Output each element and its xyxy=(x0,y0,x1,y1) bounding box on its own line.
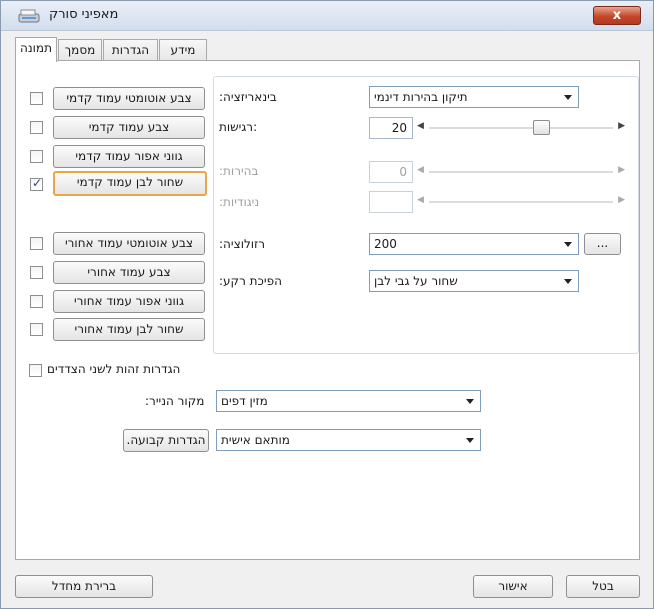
preset-select[interactable]: מותאם אישית xyxy=(216,429,481,451)
same-both-sides-checkbox[interactable] xyxy=(29,364,42,377)
contrast-value[interactable] xyxy=(369,191,413,213)
chevron-down-icon xyxy=(564,279,572,284)
checkbox-bw-back[interactable] xyxy=(30,323,43,336)
paper-source-select[interactable]: מזין דפים xyxy=(216,390,481,412)
cancel-button[interactable]: בטל xyxy=(566,575,640,598)
defaults-button[interactable]: ברירת מחדל xyxy=(15,575,153,598)
contrast-label: :ניגודיות xyxy=(219,195,260,209)
tab-info[interactable]: מידע xyxy=(159,39,207,61)
same-both-sides-label: הגדרות זהות לשני הצדדים xyxy=(47,362,181,376)
resolution-select[interactable]: 200 xyxy=(369,233,579,255)
close-icon: x xyxy=(612,8,622,23)
slider-left-arrow-icon[interactable]: ◀ xyxy=(417,165,424,175)
checkbox-gray-back[interactable] xyxy=(30,295,43,308)
slider-left-arrow-icon[interactable]: ◀ xyxy=(417,195,424,205)
contrast-slider[interactable]: ◀ ▶ xyxy=(415,191,627,213)
close-button[interactable]: x xyxy=(593,6,641,25)
paper-source-label: :מקור הנייר xyxy=(145,394,205,408)
invert-background-select[interactable]: שחור על גבי לבן xyxy=(369,270,579,292)
scanner-properties-window: מאפיני סורק x תמונה מסמך הגדרות מידע צבע… xyxy=(0,0,654,609)
checkmark-icon: ✓ xyxy=(32,176,43,190)
slider-thumb[interactable] xyxy=(533,120,550,135)
resolution-more-button[interactable]: ... xyxy=(584,233,621,255)
option-color-back-button[interactable]: צבע עמוד אחורי xyxy=(53,261,205,284)
sensitivity-slider[interactable]: ◀ ▶ xyxy=(415,117,627,139)
option-color-front-button[interactable]: צבע עמוד קדמי xyxy=(53,116,205,139)
checkbox-gray-front[interactable] xyxy=(30,150,43,163)
brightness-value[interactable]: 0 xyxy=(369,161,413,183)
checkbox-bw-front[interactable]: ✓ xyxy=(30,176,43,191)
tab-image[interactable]: תמונה xyxy=(15,37,57,62)
preset-settings-button[interactable]: .הגדרות קבועה xyxy=(123,429,209,452)
sensitivity-value[interactable]: 20 xyxy=(369,117,413,139)
checkbox-auto-color-front[interactable] xyxy=(30,92,43,105)
binarization-select[interactable]: תיקון בהירות דינמי xyxy=(369,86,579,108)
invert-background-label: :הפיכת רקע xyxy=(219,274,282,288)
sensitivity-label: רגישות: xyxy=(219,120,258,134)
checkbox-auto-color-back[interactable] xyxy=(30,237,43,250)
title-bar: מאפיני סורק x xyxy=(1,1,653,31)
chevron-down-icon xyxy=(466,399,474,404)
option-auto-color-front-button[interactable]: צבע אוטומטי עמוד קדמי xyxy=(53,87,205,110)
slider-left-arrow-icon[interactable]: ◀ xyxy=(417,121,424,131)
chevron-down-icon xyxy=(466,438,474,443)
option-gray-front-button[interactable]: גווני אפור עמוד קדמי xyxy=(53,145,205,168)
chevron-down-icon xyxy=(564,242,572,247)
option-bw-back-button[interactable]: שחור לבן עמוד אחורי xyxy=(53,318,205,341)
slider-right-arrow-icon[interactable]: ▶ xyxy=(618,195,625,205)
checkbox-color-back[interactable] xyxy=(30,266,43,279)
scanner-icon xyxy=(18,9,40,23)
slider-right-arrow-icon[interactable]: ▶ xyxy=(618,165,625,175)
tab-settings[interactable]: הגדרות xyxy=(103,39,158,61)
ok-button[interactable]: אישור xyxy=(473,575,553,598)
checkbox-color-front[interactable] xyxy=(30,121,43,134)
option-bw-front-button[interactable]: שחור לבן עמוד קדמי xyxy=(53,171,207,196)
resolution-label: :רזולוציה xyxy=(219,237,265,251)
window-title: מאפיני סורק xyxy=(49,7,119,22)
option-gray-back-button[interactable]: גווני אפור עמוד אחורי xyxy=(53,290,205,313)
chevron-down-icon xyxy=(564,95,572,100)
slider-right-arrow-icon[interactable]: ▶ xyxy=(618,121,625,131)
option-auto-color-back-button[interactable]: צבע אוטומטי עמוד אחורי xyxy=(53,232,205,255)
binarization-label: :בינאריזציה xyxy=(219,90,277,104)
brightness-label: :בהירות xyxy=(219,164,259,178)
brightness-slider[interactable]: ◀ ▶ xyxy=(415,161,627,183)
tab-document[interactable]: מסמך xyxy=(58,39,102,61)
